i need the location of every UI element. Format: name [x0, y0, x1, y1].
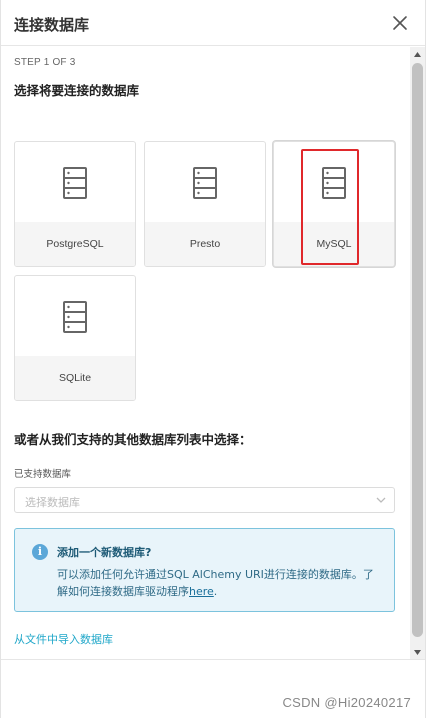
import-from-file-link[interactable]: 从文件中导入数据库: [14, 631, 113, 647]
vertical-scrollbar[interactable]: [410, 47, 425, 659]
driver-docs-link[interactable]: here: [189, 585, 214, 598]
database-card-mysql[interactable]: MySQL: [273, 141, 395, 267]
connect-database-modal: 连接数据库 STEP 1 OF 3 选择将要连接的数据库 PostgreSQL: [0, 0, 426, 718]
modal-title: 连接数据库: [14, 16, 90, 34]
alert-body: 可以添加任何允许通过SQL AlChemy URI进行连接的数据库。了解如何连接…: [57, 566, 375, 600]
database-card-presto[interactable]: Presto: [144, 141, 266, 267]
scroll-down-arrow-icon[interactable]: [410, 645, 425, 659]
database-select[interactable]: 选择数据库: [14, 487, 395, 513]
database-card-label: MySQL: [274, 222, 394, 266]
database-card-label: Presto: [145, 222, 265, 266]
section-heading: 选择将要连接的数据库: [14, 83, 140, 98]
chevron-down-icon: [376, 497, 386, 503]
watermark: CSDN @Hi20240217: [282, 695, 411, 710]
modal-header: 连接数据库: [1, 0, 425, 46]
supported-databases-label: 已支持数据库: [14, 469, 72, 480]
database-select-placeholder: 选择数据库: [25, 496, 80, 509]
info-icon: i: [32, 544, 48, 560]
database-card-sqlite[interactable]: SQLite: [14, 275, 136, 401]
info-alert: i 添加一个新数据库? 可以添加任何允许通过SQL AlChemy URI进行连…: [14, 528, 395, 612]
database-card-label: PostgreSQL: [15, 222, 135, 266]
database-icon: [322, 167, 346, 199]
step-indicator: STEP 1 OF 3: [14, 57, 76, 68]
database-icon: [63, 167, 87, 199]
database-icon: [63, 301, 87, 333]
scroll-up-arrow-icon[interactable]: [410, 47, 425, 61]
database-card-postgresql[interactable]: PostgreSQL: [14, 141, 136, 267]
other-databases-heading: 或者从我们支持的其他数据库列表中选择：: [14, 432, 252, 447]
modal-footer: CSDN @Hi20240217: [1, 659, 425, 718]
alert-title: 添加一个新数据库?: [57, 546, 152, 559]
close-icon[interactable]: [391, 14, 409, 32]
alert-body-end: .: [213, 585, 218, 598]
modal-body: STEP 1 OF 3 选择将要连接的数据库 PostgreSQL Presto…: [1, 47, 410, 659]
scrollbar-thumb[interactable]: [412, 63, 423, 637]
database-icon: [193, 167, 217, 199]
database-card-label: SQLite: [15, 356, 135, 400]
